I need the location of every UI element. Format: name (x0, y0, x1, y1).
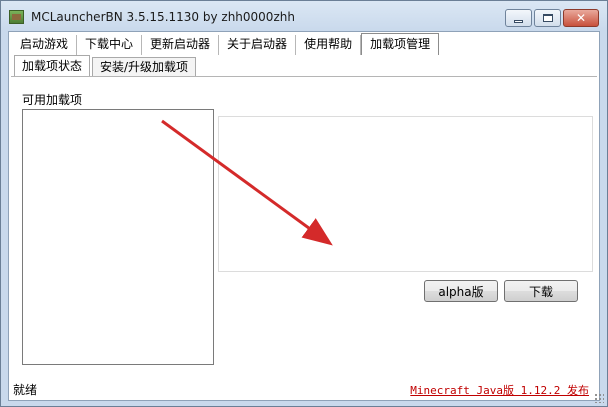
red-arrow-line (161, 119, 333, 246)
annotation-arrow (161, 119, 333, 246)
